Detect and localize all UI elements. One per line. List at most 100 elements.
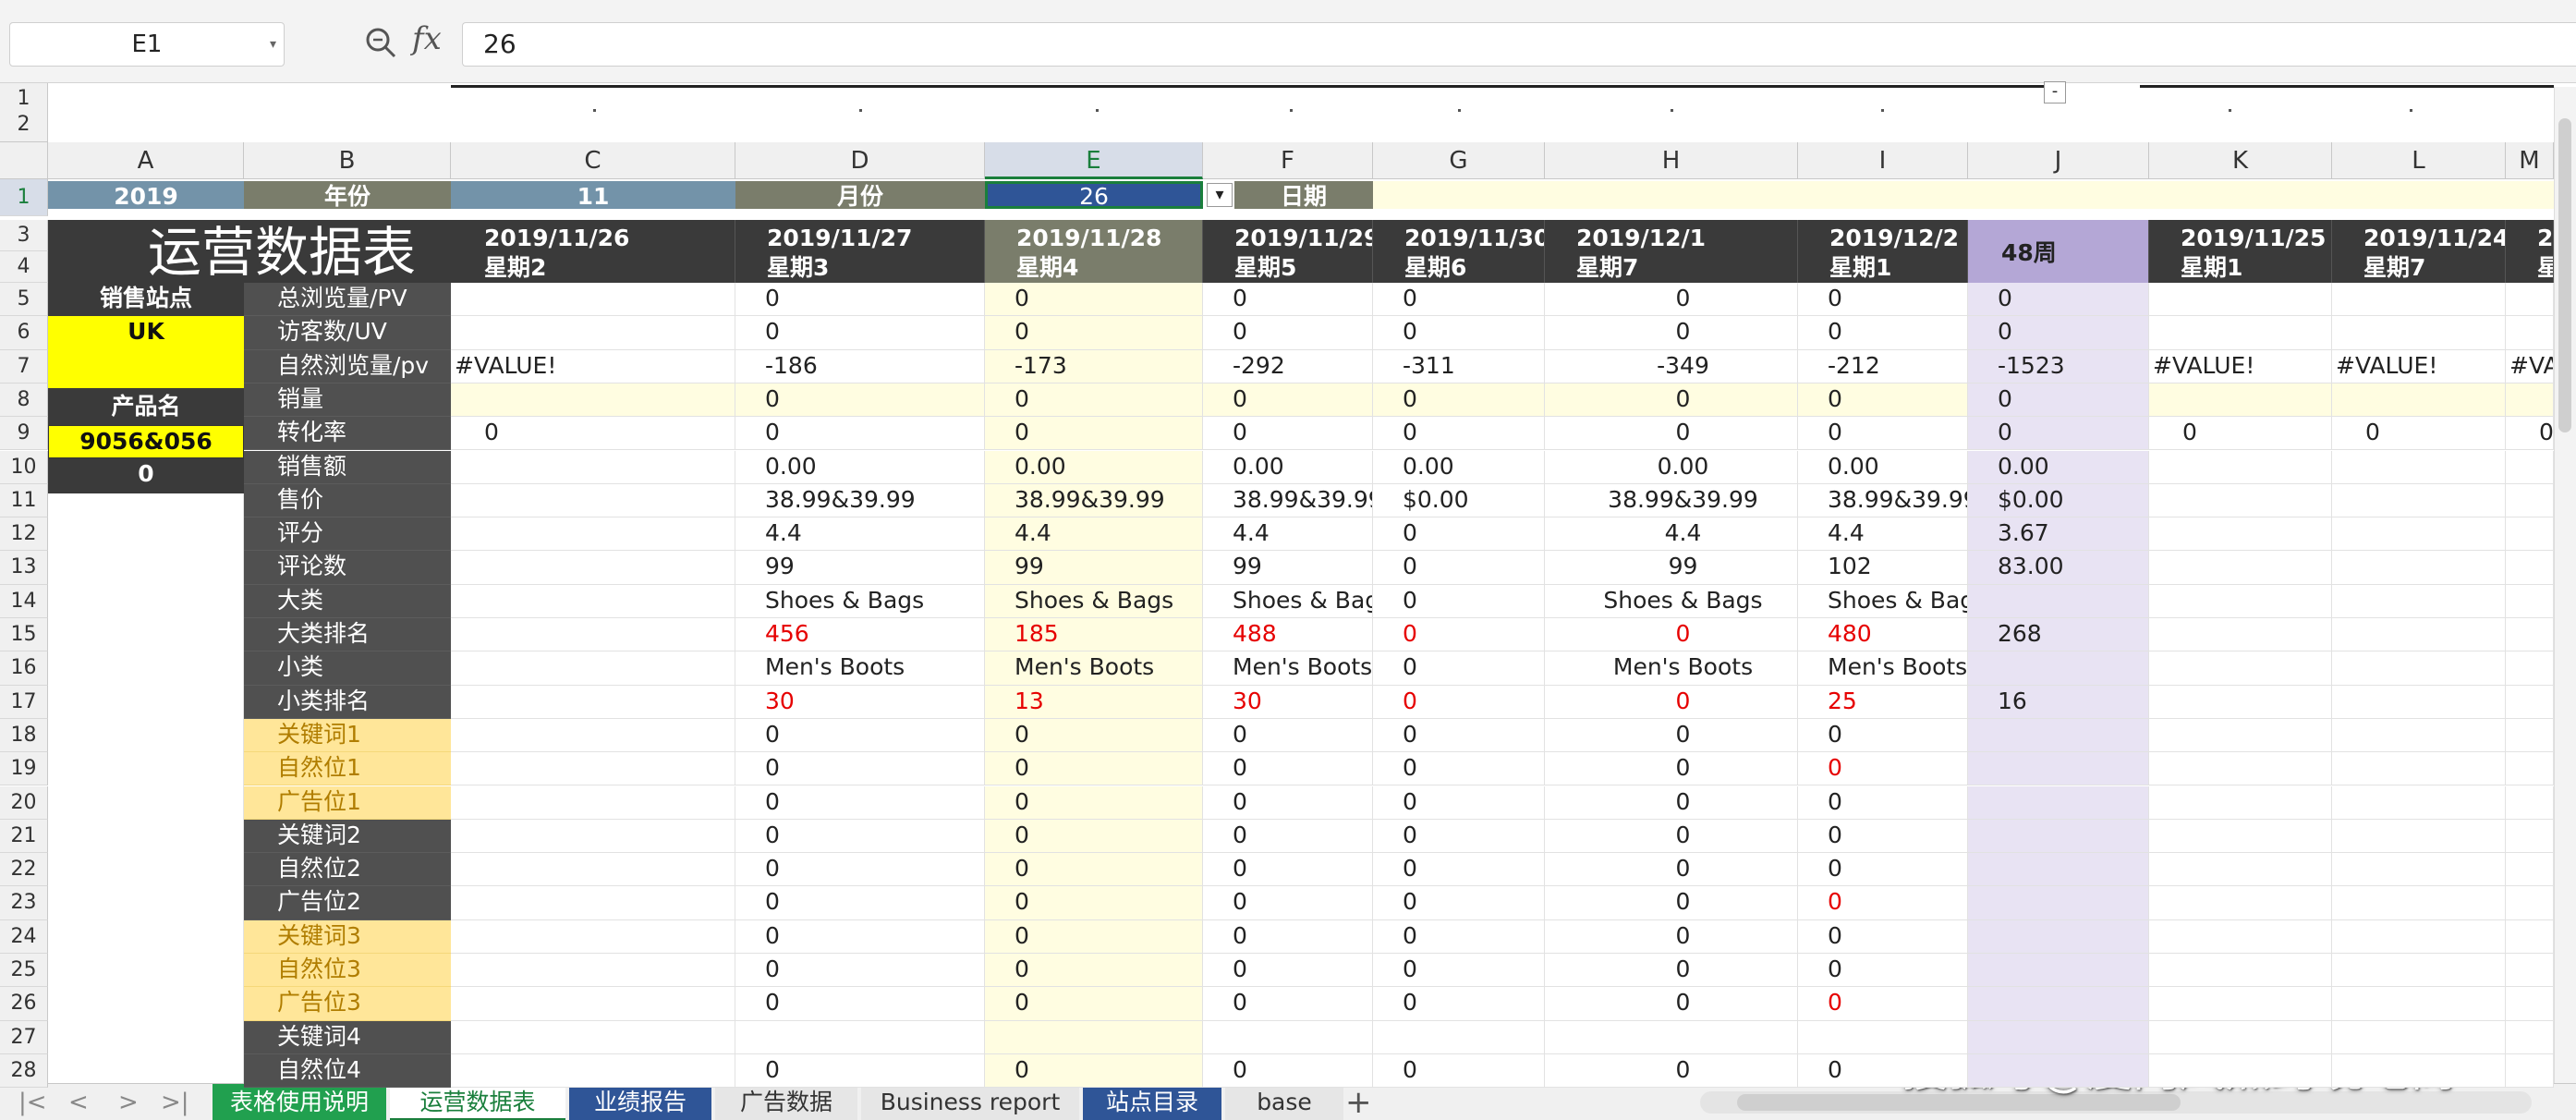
- column-header-g[interactable]: G: [1373, 142, 1545, 179]
- data-cell[interactable]: 0: [2506, 417, 2554, 451]
- data-cell[interactable]: [2506, 316, 2554, 350]
- data-cell[interactable]: 0: [1798, 819, 1968, 854]
- chevron-down-icon[interactable]: ▾: [270, 23, 276, 66]
- data-cell[interactable]: [2332, 1020, 2506, 1054]
- data-cell[interactable]: [2149, 954, 2332, 988]
- metric-label[interactable]: 广告位1: [244, 785, 451, 820]
- data-cell[interactable]: 0: [1798, 1053, 1968, 1089]
- data-cell[interactable]: [2149, 752, 2332, 786]
- data-cell[interactable]: 0: [1203, 417, 1373, 451]
- data-cell[interactable]: 0: [1373, 383, 1545, 418]
- column-header-e[interactable]: E: [985, 142, 1203, 179]
- data-cell[interactable]: Men's Boots: [1203, 651, 1373, 686]
- data-cell[interactable]: [2149, 1053, 2332, 1089]
- row-header-4[interactable]: 4: [0, 251, 48, 283]
- data-cell[interactable]: 0: [1203, 383, 1373, 418]
- row-header-14[interactable]: 14: [0, 584, 48, 618]
- data-cell[interactable]: [2506, 819, 2554, 854]
- data-cell[interactable]: 83.00: [1968, 551, 2149, 585]
- data-cell[interactable]: [451, 853, 735, 887]
- prev-sheet-icon[interactable]: <: [68, 1084, 89, 1120]
- data-cell[interactable]: [2332, 886, 2506, 920]
- sheet-tab[interactable]: 表格使用说明: [213, 1084, 386, 1120]
- outline-level-1[interactable]: 1: [0, 83, 47, 113]
- sheet-tab[interactable]: 业绩报告: [569, 1084, 711, 1120]
- data-cell[interactable]: [451, 551, 735, 585]
- data-cell[interactable]: [2332, 752, 2506, 786]
- data-cell[interactable]: [2332, 853, 2506, 887]
- data-cell[interactable]: 0: [985, 853, 1203, 887]
- data-cell[interactable]: [2332, 785, 2506, 820]
- column-header-d[interactable]: D: [735, 142, 985, 179]
- data-cell[interactable]: -311: [1373, 349, 1545, 383]
- data-cell[interactable]: 0: [735, 785, 985, 820]
- metric-label[interactable]: 广告位2: [244, 886, 451, 920]
- data-cell[interactable]: 0: [985, 752, 1203, 786]
- data-cell[interactable]: [2149, 551, 2332, 585]
- data-cell[interactable]: 0: [1798, 853, 1968, 887]
- dropdown-chevron-down-icon[interactable]: ▾: [1207, 183, 1233, 207]
- data-cell[interactable]: 0: [1798, 886, 1968, 920]
- data-cell[interactable]: 0: [451, 417, 735, 451]
- data-cell[interactable]: 0.00: [1373, 450, 1545, 484]
- data-cell[interactable]: 0: [1545, 886, 1798, 920]
- data-cell[interactable]: [1545, 1020, 1798, 1054]
- data-cell[interactable]: 0: [1203, 886, 1373, 920]
- data-cell[interactable]: [451, 819, 735, 854]
- data-cell[interactable]: 0: [1545, 819, 1798, 854]
- data-cell[interactable]: 38.99&39.99: [1798, 483, 1968, 518]
- data-cell[interactable]: [1968, 886, 2149, 920]
- data-cell[interactable]: [2332, 651, 2506, 686]
- data-cell[interactable]: [2506, 1053, 2554, 1089]
- data-cell[interactable]: 480: [1798, 618, 1968, 652]
- data-cell[interactable]: 0: [735, 718, 985, 753]
- data-cell[interactable]: 0: [1798, 752, 1968, 786]
- data-cell[interactable]: [2506, 919, 2554, 954]
- data-cell[interactable]: $0.00: [1373, 483, 1545, 518]
- date-header[interactable]: 2019/11/26 星期2: [451, 220, 735, 285]
- metric-label[interactable]: 大类排名: [244, 618, 451, 652]
- data-cell[interactable]: 25: [1798, 685, 1968, 719]
- data-cell[interactable]: [2149, 618, 2332, 652]
- metric-label[interactable]: 自然位4: [244, 1053, 451, 1089]
- data-cell[interactable]: 0: [1203, 316, 1373, 350]
- data-cell[interactable]: 0: [985, 718, 1203, 753]
- data-cell[interactable]: #VALUE!: [451, 349, 735, 383]
- data-cell[interactable]: 268: [1968, 618, 2149, 652]
- data-cell[interactable]: [451, 785, 735, 820]
- data-cell[interactable]: [451, 886, 735, 920]
- data-cell[interactable]: 0.00: [1968, 450, 2149, 484]
- data-cell[interactable]: 0: [985, 886, 1203, 920]
- data-cell[interactable]: 38.99&39.99: [1203, 483, 1373, 518]
- data-cell[interactable]: 0: [735, 853, 985, 887]
- data-cell[interactable]: 0: [1203, 1053, 1373, 1089]
- data-cell[interactable]: [2149, 819, 2332, 854]
- data-cell[interactable]: 0: [1545, 785, 1798, 820]
- data-cell[interactable]: 456: [735, 618, 985, 652]
- data-cell[interactable]: 99: [735, 551, 985, 585]
- data-cell[interactable]: [2506, 1020, 2554, 1054]
- data-cell[interactable]: [2332, 718, 2506, 753]
- data-cell[interactable]: 0: [1545, 919, 1798, 954]
- data-cell[interactable]: [2332, 551, 2506, 585]
- data-cell[interactable]: [2149, 651, 2332, 686]
- sheet-tab[interactable]: base: [1225, 1084, 1343, 1120]
- row-header-16[interactable]: 16: [0, 651, 48, 686]
- data-cell[interactable]: 4.4: [1203, 517, 1373, 552]
- data-cell[interactable]: [2506, 483, 2554, 518]
- data-cell[interactable]: [2149, 987, 2332, 1021]
- row-header-5[interactable]: 5: [0, 283, 48, 317]
- date-header[interactable]: 2星: [2506, 220, 2554, 285]
- row-header-24[interactable]: 24: [0, 919, 48, 954]
- metric-label[interactable]: 销量: [244, 383, 451, 418]
- data-cell[interactable]: [451, 1053, 735, 1089]
- data-cell[interactable]: [1373, 1020, 1545, 1054]
- sheet-tab[interactable]: Business report: [861, 1084, 1079, 1120]
- data-cell[interactable]: [2332, 987, 2506, 1021]
- data-cell[interactable]: 38.99&39.99: [985, 483, 1203, 518]
- data-cell[interactable]: 0: [735, 1053, 985, 1089]
- year-label-cell[interactable]: 年份: [244, 181, 451, 209]
- data-cell[interactable]: 0: [1545, 283, 1798, 317]
- data-cell[interactable]: 0: [985, 417, 1203, 451]
- data-cell[interactable]: [451, 718, 735, 753]
